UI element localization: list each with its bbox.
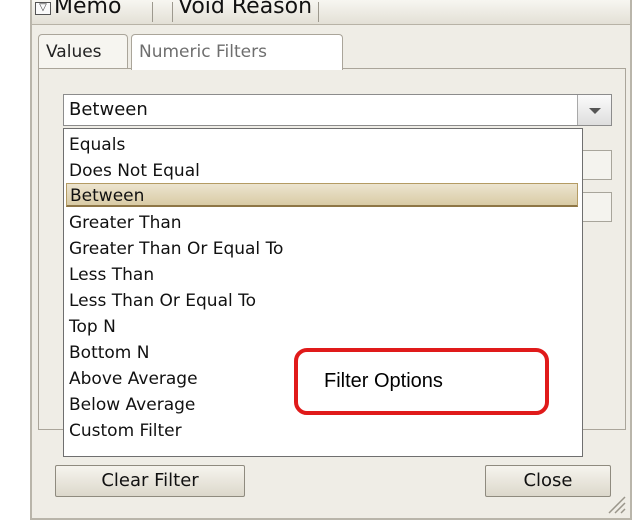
option-between[interactable]: Between [66, 183, 578, 207]
filter-popup: ▽ Memo Void Reason Values Numeric Filter… [30, 0, 632, 520]
clear-filter-button[interactable]: Clear Filter [55, 465, 245, 497]
combobox-value: Between [69, 99, 148, 120]
resize-grip-icon[interactable] [603, 491, 627, 515]
column-separator [152, 2, 153, 22]
option-equals[interactable]: Equals [66, 133, 578, 157]
chevron-down-icon [589, 108, 601, 114]
option-less-than[interactable]: Less Than [66, 263, 578, 287]
close-button[interactable]: Close [485, 465, 611, 497]
column-header-memo[interactable]: Memo [54, 0, 121, 23]
option-custom-filter[interactable]: Custom Filter [66, 419, 578, 443]
column-filter-icon[interactable]: ▽ [35, 2, 51, 15]
column-separator [318, 2, 319, 22]
option-top-n[interactable]: Top N [66, 315, 578, 339]
option-less-than-or-equal[interactable]: Less Than Or Equal To [66, 289, 578, 313]
tab-values[interactable]: Values [38, 34, 128, 68]
filter-type-combobox[interactable]: Between [63, 94, 612, 126]
column-header-strip: ▽ Memo Void Reason [32, 0, 630, 25]
annotation-callout: Filter Options [294, 348, 549, 415]
annotation-label: Filter Options [324, 370, 443, 392]
option-greater-than[interactable]: Greater Than [66, 211, 578, 235]
column-header-void-reason[interactable]: Void Reason [178, 0, 312, 23]
column-separator [172, 2, 173, 22]
combobox-dropdown-button[interactable] [577, 95, 611, 125]
option-greater-than-or-equal[interactable]: Greater Than Or Equal To [66, 237, 578, 261]
option-does-not-equal[interactable]: Does Not Equal [66, 159, 578, 183]
tab-numeric-filters[interactable]: Numeric Filters [131, 34, 343, 70]
